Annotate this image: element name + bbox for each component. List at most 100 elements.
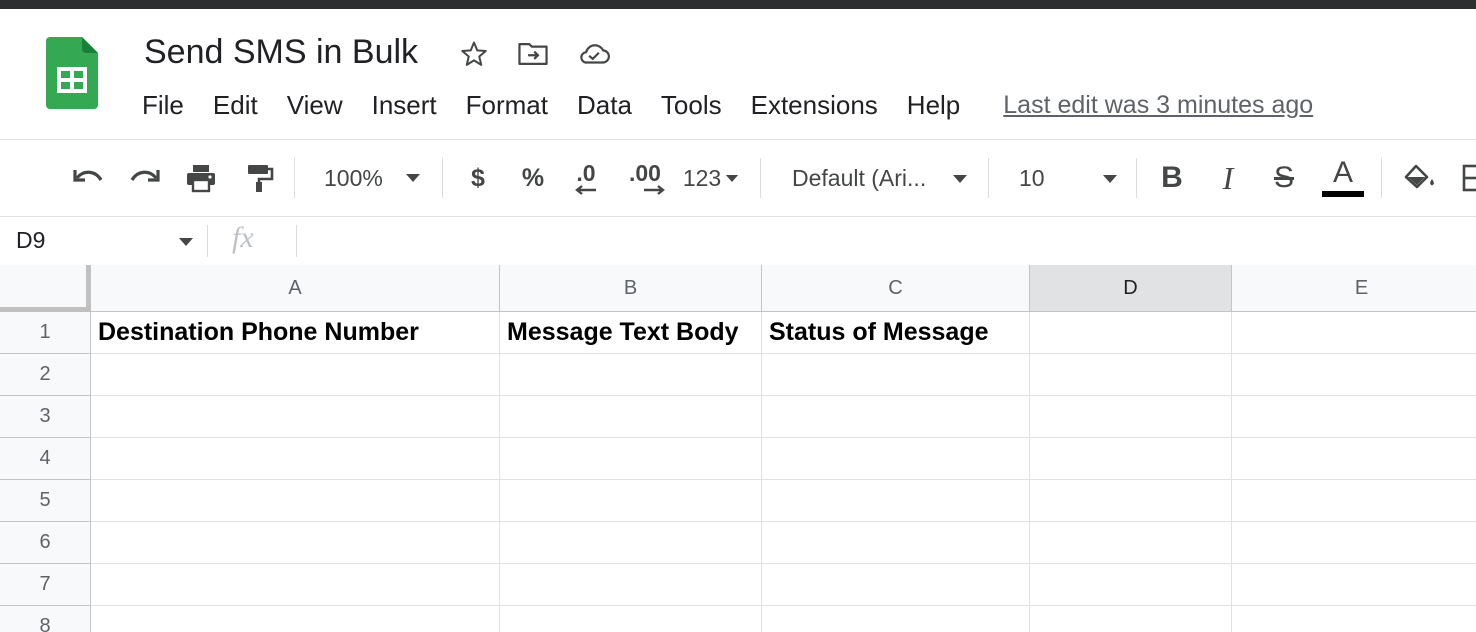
- cell-d8[interactable]: [1030, 606, 1232, 632]
- menu-extensions[interactable]: Extensions: [751, 90, 878, 121]
- cell-d1[interactable]: [1030, 312, 1232, 354]
- cell-c6[interactable]: [762, 522, 1030, 564]
- menu-data[interactable]: Data: [577, 90, 632, 121]
- menu-tools[interactable]: Tools: [661, 90, 722, 121]
- percent-format-button[interactable]: %: [515, 140, 551, 216]
- menu-format[interactable]: Format: [466, 90, 548, 121]
- header: Send SMS in Bulk File Edit View Insert F…: [0, 9, 1476, 140]
- cell-c5[interactable]: [762, 480, 1030, 522]
- text-color-button[interactable]: A: [1320, 140, 1366, 216]
- more-formats-button[interactable]: 123: [678, 140, 744, 216]
- row-header-8[interactable]: 8: [0, 606, 91, 632]
- cell-b4[interactable]: [500, 438, 762, 480]
- cloud-saved-icon[interactable]: [576, 36, 612, 72]
- sheets-logo-icon[interactable]: [46, 37, 98, 109]
- name-box[interactable]: D9: [16, 227, 45, 254]
- decrease-decimal-button[interactable]: .0: [566, 140, 606, 216]
- menu-help[interactable]: Help: [907, 90, 960, 121]
- row-header-1[interactable]: 1: [0, 312, 91, 354]
- cell-e3[interactable]: [1232, 396, 1476, 438]
- cell-d3[interactable]: [1030, 396, 1232, 438]
- borders-icon[interactable]: [1458, 140, 1476, 216]
- redo-icon[interactable]: [123, 140, 167, 216]
- move-to-folder-icon[interactable]: [515, 36, 551, 72]
- menu-edit[interactable]: Edit: [213, 90, 258, 121]
- cell-e7[interactable]: [1232, 564, 1476, 606]
- increase-decimal-button[interactable]: .00: [622, 140, 668, 216]
- toolbar-separator: [1136, 158, 1137, 198]
- cell-a3[interactable]: [91, 396, 500, 438]
- cell-d7[interactable]: [1030, 564, 1232, 606]
- cell-c8[interactable]: [762, 606, 1030, 632]
- font-family-value: Default (Ari...: [792, 164, 927, 191]
- cell-c2[interactable]: [762, 354, 1030, 396]
- italic-button[interactable]: I: [1208, 140, 1248, 216]
- print-icon[interactable]: [179, 140, 223, 216]
- column-header-a[interactable]: A: [91, 265, 500, 312]
- menu-view[interactable]: View: [287, 90, 343, 121]
- cell-a1[interactable]: Destination Phone Number: [91, 312, 500, 354]
- cell-d6[interactable]: [1030, 522, 1232, 564]
- menu-file[interactable]: File: [142, 90, 184, 121]
- zoom-dropdown-icon: [405, 174, 420, 182]
- cell-c4[interactable]: [762, 438, 1030, 480]
- bold-button[interactable]: B: [1152, 140, 1192, 216]
- cell-b1[interactable]: Message Text Body: [500, 312, 762, 354]
- select-all-corner[interactable]: [0, 265, 91, 312]
- last-edit-link[interactable]: Last edit was 3 minutes ago: [1003, 91, 1313, 120]
- name-box-dropdown-icon[interactable]: [178, 237, 194, 247]
- column-header-d[interactable]: D: [1030, 265, 1232, 312]
- star-icon[interactable]: [456, 36, 492, 72]
- font-family-select[interactable]: Default (Ari...: [780, 140, 975, 216]
- row-header-5[interactable]: 5: [0, 480, 91, 522]
- cell-e2[interactable]: [1232, 354, 1476, 396]
- formula-bar-divider: [296, 225, 297, 257]
- paint-format-icon[interactable]: [237, 140, 281, 216]
- column-header-c[interactable]: C: [762, 265, 1030, 312]
- toolbar-separator: [1381, 158, 1382, 198]
- cell-c7[interactable]: [762, 564, 1030, 606]
- cell-a2[interactable]: [91, 354, 500, 396]
- cell-a8[interactable]: [91, 606, 500, 632]
- row-header-4[interactable]: 4: [0, 438, 91, 480]
- arrow-left-icon: [575, 185, 596, 195]
- cell-d4[interactable]: [1030, 438, 1232, 480]
- strikethrough-button[interactable]: S: [1264, 140, 1304, 216]
- cell-d5[interactable]: [1030, 480, 1232, 522]
- zoom-select[interactable]: 100%: [312, 140, 432, 216]
- currency-format-button[interactable]: $: [460, 140, 496, 216]
- cell-c1[interactable]: Status of Message: [762, 312, 1030, 354]
- cell-b6[interactable]: [500, 522, 762, 564]
- cell-b2[interactable]: [500, 354, 762, 396]
- cell-e4[interactable]: [1232, 438, 1476, 480]
- cell-e1[interactable]: [1232, 312, 1476, 354]
- cell-e5[interactable]: [1232, 480, 1476, 522]
- cell-e6[interactable]: [1232, 522, 1476, 564]
- cell-a4[interactable]: [91, 438, 500, 480]
- cell-a6[interactable]: [91, 522, 500, 564]
- column-header-e[interactable]: E: [1232, 265, 1476, 312]
- row-header-6[interactable]: 6: [0, 522, 91, 564]
- cell-c3[interactable]: [762, 396, 1030, 438]
- arrow-right-icon: [644, 185, 665, 195]
- font-family-dropdown-icon: [953, 175, 967, 183]
- cell-a7[interactable]: [91, 564, 500, 606]
- menu-bar: File Edit View Insert Format Data Tools …: [142, 90, 1313, 121]
- font-size-select[interactable]: 10: [1006, 140, 1126, 216]
- fx-icon: fx: [232, 221, 254, 254]
- document-title[interactable]: Send SMS in Bulk: [144, 33, 418, 72]
- row-header-3[interactable]: 3: [0, 396, 91, 438]
- cell-e8[interactable]: [1232, 606, 1476, 632]
- row-header-2[interactable]: 2: [0, 354, 91, 396]
- menu-insert[interactable]: Insert: [372, 90, 437, 121]
- cell-b3[interactable]: [500, 396, 762, 438]
- column-header-b[interactable]: B: [500, 265, 762, 312]
- fill-color-icon[interactable]: [1398, 140, 1442, 216]
- undo-icon[interactable]: [66, 140, 110, 216]
- cell-a5[interactable]: [91, 480, 500, 522]
- row-header-7[interactable]: 7: [0, 564, 91, 606]
- cell-b8[interactable]: [500, 606, 762, 632]
- cell-b5[interactable]: [500, 480, 762, 522]
- cell-d2[interactable]: [1030, 354, 1232, 396]
- cell-b7[interactable]: [500, 564, 762, 606]
